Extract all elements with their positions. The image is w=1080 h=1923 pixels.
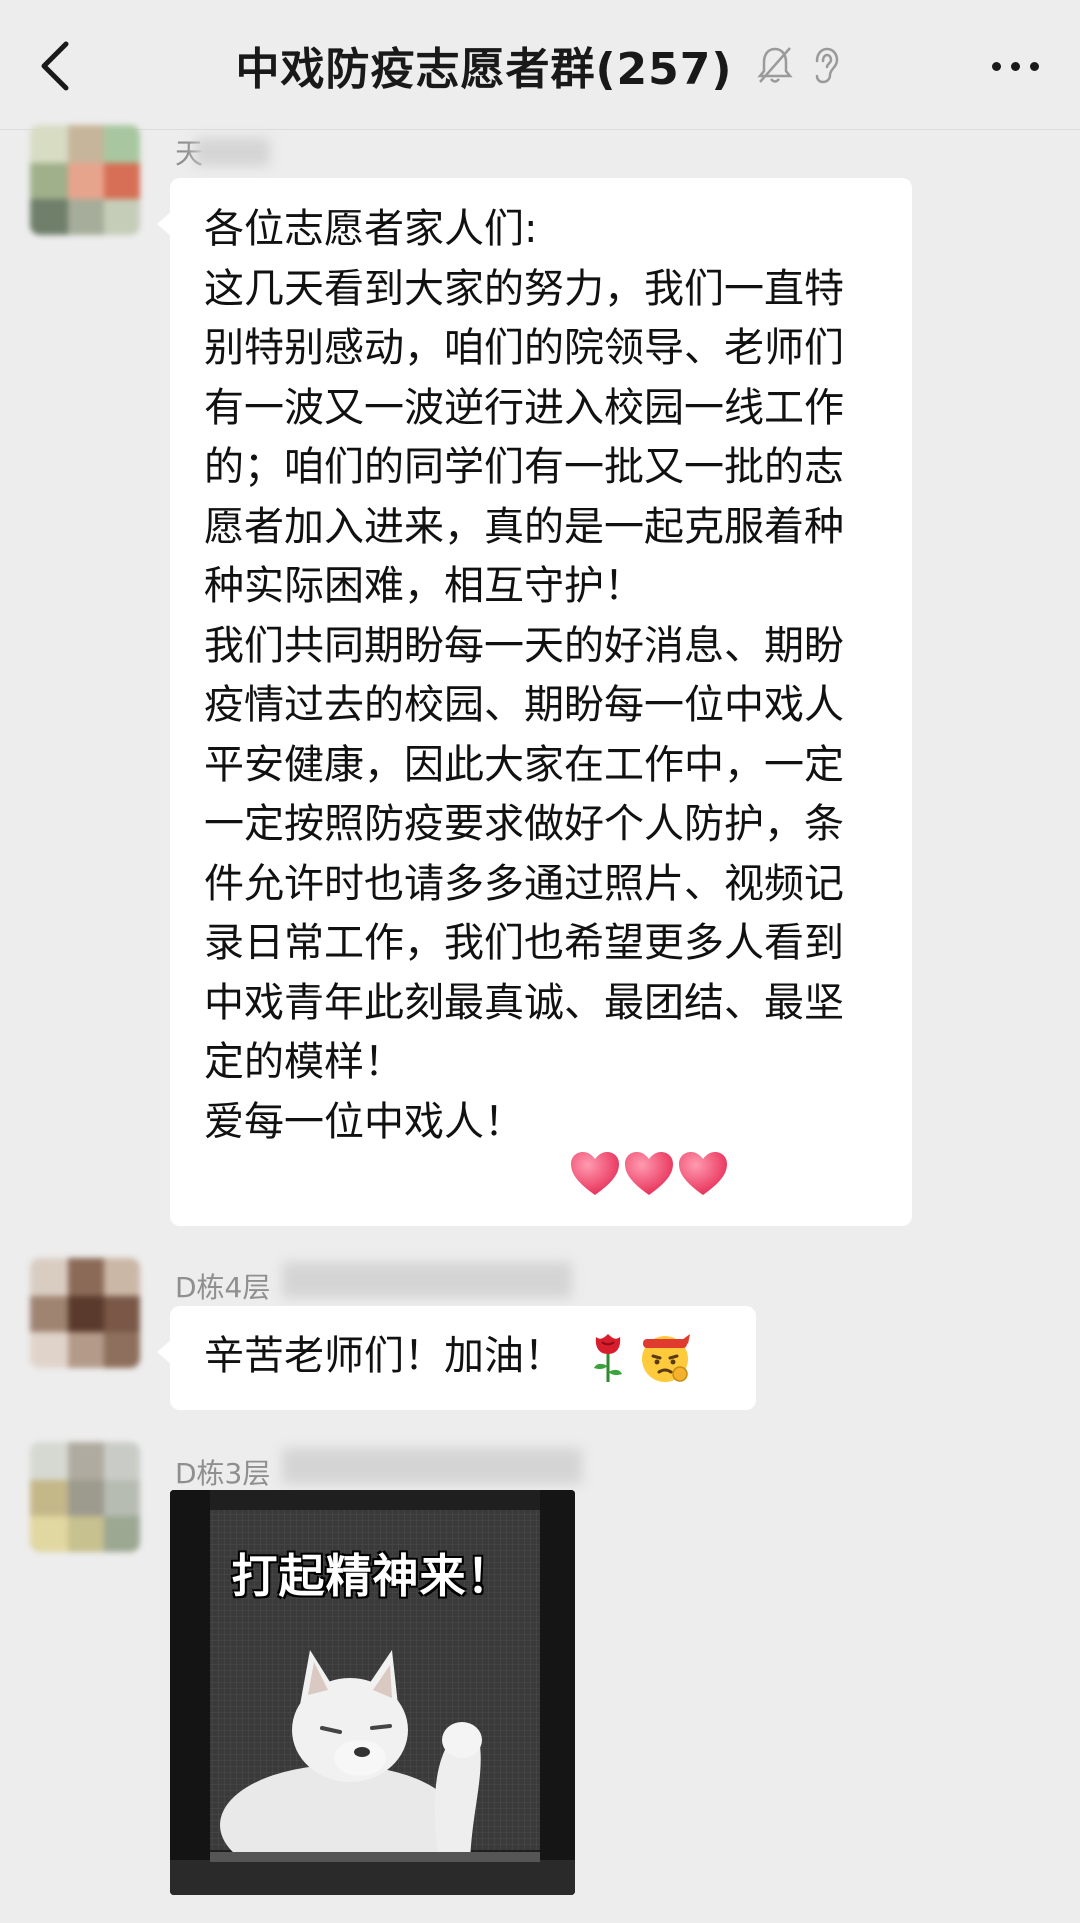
sticker-image[interactable]: 打起精神来！ [170,1490,575,1895]
message-text: 辛苦老师们！加油！ [204,1333,564,1380]
emoji-row [568,1149,730,1199]
more-dots-icon [991,61,1001,71]
fighting-face-icon [642,1334,690,1382]
avatar[interactable] [30,125,140,235]
sticker-caption: 打起精神来！ [231,1549,514,1603]
chat-header: 中戏防疫志愿者群(257) [0,0,1080,130]
name-redaction [282,1448,582,1484]
name-redaction [195,138,270,166]
heart-icon [571,1152,619,1195]
sender-name: D栋4层 [175,1271,271,1304]
avatar[interactable] [30,1442,140,1552]
sender-name: D栋3层 [175,1457,271,1490]
ear-icon [805,43,845,87]
rose-icon [594,1334,622,1382]
avatar[interactable] [30,1258,140,1368]
message-bubble[interactable]: 辛苦老师们！加油！ [157,1306,756,1410]
chat-title: 中戏防疫志愿者群(257) [235,44,733,95]
more-options-button[interactable] [980,38,1050,94]
heart-icon [679,1152,727,1195]
message-bubble[interactable]: 各位志愿者家人们: 这几天看到大家的努力，我们一直特别特别感动，咱们的院领导、老… [157,178,912,1226]
message-text: 各位志愿者家人们: 这几天看到大家的努力，我们一直特别特别感动，咱们的院领导、老… [204,206,844,1145]
bell-muted-icon [755,43,795,87]
name-redaction [282,1262,572,1298]
heart-icon [625,1152,673,1195]
